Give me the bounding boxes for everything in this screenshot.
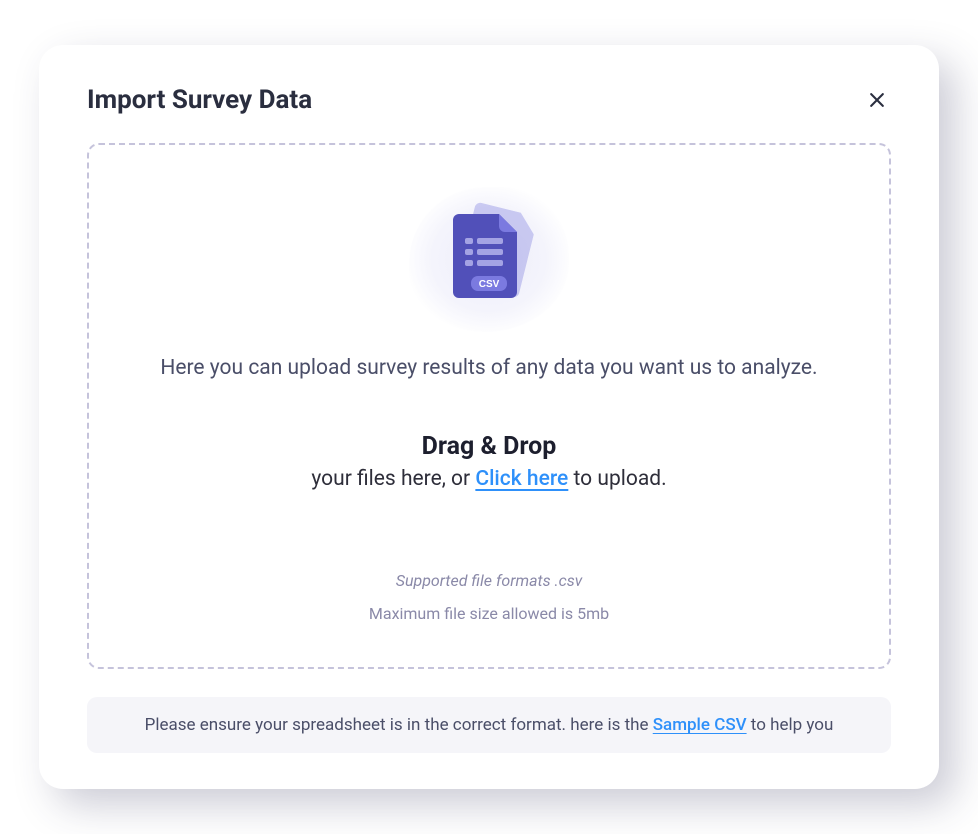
dropzone-description: Here you can upload survey results of an… [109, 353, 869, 385]
drag-drop-subtitle: your files here, or Click here to upload… [109, 467, 869, 491]
csv-file-icon: CSV [453, 214, 525, 306]
footer-note: Please ensure your spreadsheet is in the… [87, 697, 891, 753]
modal-header: Import Survey Data [87, 85, 891, 115]
sub-suffix: to upload. [568, 467, 666, 491]
modal-title: Import Survey Data [87, 85, 312, 115]
supported-formats: Supported file formats .csv [109, 571, 869, 590]
file-dropzone[interactable]: CSV Here you can upload survey results o… [87, 143, 891, 670]
close-icon [867, 90, 887, 110]
max-file-size: Maximum file size allowed is 5mb [109, 604, 869, 623]
sub-prefix: your files here, or [311, 467, 475, 491]
blob-background: CSV [399, 185, 579, 335]
click-here-link[interactable]: Click here [475, 467, 568, 491]
sample-csv-link[interactable]: Sample CSV [653, 715, 747, 735]
footer-suffix: to help you [747, 715, 834, 735]
dropzone-icon-wrap: CSV [109, 185, 869, 335]
import-modal: Import Survey Data [39, 45, 939, 790]
footer-prefix: Please ensure your spreadsheet is in the… [145, 715, 653, 735]
drag-drop-title: Drag & Drop [109, 432, 869, 461]
close-button[interactable] [863, 86, 891, 114]
svg-text:CSV: CSV [479, 279, 500, 290]
